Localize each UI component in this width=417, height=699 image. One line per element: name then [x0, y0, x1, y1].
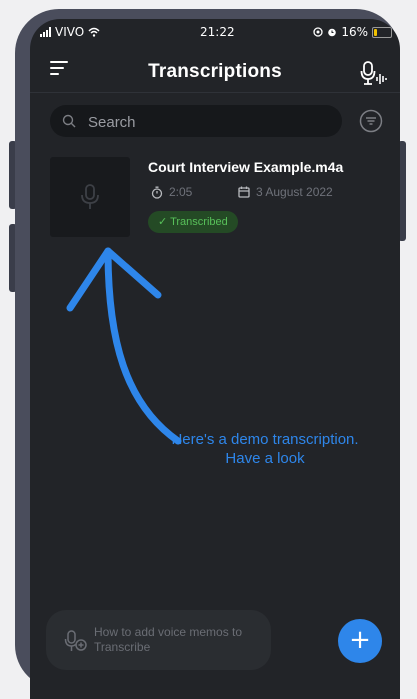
- help-pill[interactable]: How to add voice memos to Transcribe: [46, 610, 271, 670]
- annotation-text: Here's a demo transcription. Have a look: [171, 431, 359, 467]
- microphone-plus-icon: [64, 630, 87, 651]
- add-button[interactable]: +: [338, 619, 382, 663]
- annotation-arrow: [66, 247, 182, 445]
- phone-frame: VIVO 21:22 16% Transcriptions Search Cou…: [15, 9, 400, 699]
- plus-icon: +: [349, 625, 371, 655]
- app-screen: VIVO 21:22 16% Transcriptions Search Cou…: [30, 19, 400, 699]
- help-text: How to add voice memos to Transcribe: [94, 625, 243, 654]
